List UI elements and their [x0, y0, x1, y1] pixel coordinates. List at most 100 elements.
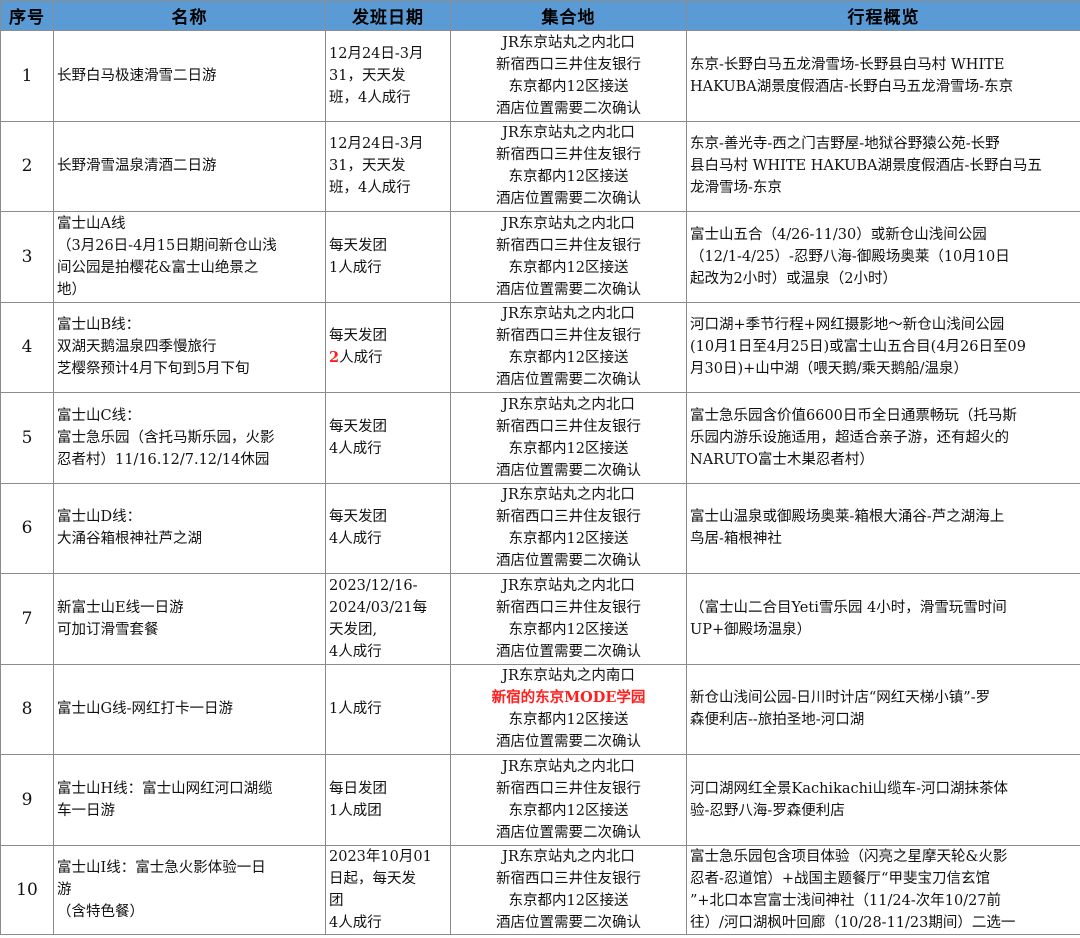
text-line: JR东京站丸之内北口: [502, 396, 635, 413]
text-line: 往）/河口湖枫叶回廊（10/28-11/23期间）二选一: [690, 914, 1016, 931]
text-line: 酒店位置需要二次确认: [496, 100, 641, 117]
text-line: JR东京站丸之内南口: [502, 668, 635, 685]
departure-date: 每天发团 4人成行: [325, 482, 451, 574]
text-line: 东京都内12区接送: [508, 802, 629, 819]
text-line: 东京都内12区接送: [508, 169, 629, 186]
row-number: 7: [0, 573, 54, 665]
text-line: NARUTO富士木巣忍者村）: [690, 451, 874, 468]
text-line: 31，天天发: [329, 67, 406, 84]
text-line: 酒店位置需要二次确认: [496, 824, 641, 841]
table-row: 4 富士山B线： 双湖天鹅温泉四季慢旅行 芝樱祭预计4月下旬到5月下旬 每天发团…: [0, 301, 1080, 393]
row-number: 9: [0, 754, 54, 846]
text-line: 12月24日-3月: [329, 136, 424, 153]
text-line: 新宿西口三井住友银行: [496, 328, 641, 345]
text-line: 富士山D线：: [57, 509, 142, 526]
text-line: 县白马村 WHITE HAKUBA湖景度假酒店-长野白马五: [690, 158, 1042, 175]
text-line: 每天发团: [329, 418, 387, 435]
itinerary-summary: 富士山温泉或御殿场奥莱-箱根大涌谷-芦之湖海上 鸟居-箱根神社: [686, 482, 1080, 574]
itinerary-summary: （富士山二合目Yeti雪乐园 4小时，滑雪玩雪时间 UP+御殿场温泉）: [686, 573, 1080, 665]
text-line: 富士山A线: [57, 215, 126, 232]
itinerary-summary: 东京-长野白马五龙滑雪场-长野县白马村 WHITE HAKUBA湖景度假酒店-长…: [686, 30, 1080, 122]
text-line: 游: [57, 881, 72, 898]
row-number: 2: [0, 120, 54, 212]
text-line: 长野白马极速滑雪二日游: [57, 67, 217, 84]
itinerary-summary: 河口湖+季节行程+网红摄影地～新仓山浅间公园 (10月1日至4月25日)或富士山…: [686, 301, 1080, 393]
departure-date: 每天发团 1人成行: [325, 211, 451, 303]
text-line: 1人成行: [329, 259, 382, 276]
text-line: 1人成团: [329, 802, 382, 819]
text-line: 地）: [57, 281, 86, 298]
text-line: 2023年10月01: [329, 848, 432, 865]
text-line: 起改为2小时）或温泉（2小时）: [690, 270, 897, 287]
tour-name: 富士山I线：富士急火影体验一日 游 （含特色餐）: [53, 844, 326, 935]
text-line: JR东京站丸之内北口: [502, 848, 635, 865]
text-line: 东京都内12区接送: [508, 712, 629, 729]
meeting-place: JR东京站丸之内北口 新宿西口三井住友银行 东京都内12区接送 酒店位置需要二次…: [450, 573, 687, 665]
text-line: 东京都内12区接送: [508, 440, 629, 457]
text-line: 每天发团: [329, 328, 387, 345]
meeting-place: JR东京站丸之内北口 新宿西口三井住友银行 东京都内12区接送 酒店位置需要二次…: [450, 392, 687, 484]
table-row: 5 富士山C线： 富士急乐园（含托马斯乐园，火影 忍者村）11/16.12/7.…: [0, 392, 1080, 484]
row-number: 5: [0, 392, 54, 484]
text-line: 团: [329, 892, 344, 909]
text-line: 2023/12/16-: [329, 577, 418, 594]
text-line: 1人成行: [329, 701, 382, 718]
tour-name: 富士山D线： 大涌谷箱根神社芦之湖: [53, 482, 326, 574]
text-line: 酒店位置需要二次确认: [496, 372, 641, 389]
text-line: 月30日)+山中湖（喂天鹅/乘天鹅船/温泉）: [690, 361, 969, 378]
text-line: 大涌谷箱根神社芦之湖: [57, 531, 202, 548]
text-line: 班，4人成行: [329, 89, 411, 106]
text-line: 新宿西口三井住友银行: [496, 509, 641, 526]
tour-name: 长野滑雪温泉清酒二日游: [53, 120, 326, 212]
row-number: 3: [0, 211, 54, 303]
itinerary-summary: 富士急乐园包含项目体验（闪亮之星摩天轮&火影 忍者-忍道馆）+战国主题餐厅“甲斐…: [686, 844, 1080, 935]
text-line: 每日发团: [329, 780, 387, 797]
header-name: 名称: [53, 0, 326, 31]
text-line: 东京-长野白马五龙滑雪场-长野县白马村 WHITE: [690, 56, 1005, 73]
text-line: 富士山五合（4/26-11/30）或新仓山浅间公园: [690, 226, 987, 243]
text-line: 车一日游: [57, 802, 115, 819]
meeting-place: JR东京站丸之内北口 新宿西口三井住友银行 东京都内12区接送 酒店位置需要二次…: [450, 844, 687, 935]
text-line: 东京都内12区接送: [508, 892, 629, 909]
tour-name: 富士山H线：富士山网红河口湖缆 车一日游: [53, 754, 326, 846]
text-line: 富士急乐园（含托马斯乐园，火影: [57, 429, 275, 446]
text-line: JR东京站丸之内北口: [502, 487, 635, 504]
tour-name: 富士山B线： 双湖天鹅温泉四季慢旅行 芝樱祭预计4月下旬到5月下旬: [53, 301, 326, 393]
text-line: 天发团,: [329, 621, 378, 638]
table-row: 1 长野白马极速滑雪二日游 12月24日-3月 31，天天发 班，4人成行 JR…: [0, 30, 1080, 122]
text-line: （3月26日-4月15日期间新仓山浅: [57, 237, 277, 254]
text-line: 间公园是拍樱花&富士山绝景之: [57, 259, 259, 276]
table-row: 3 富士山A线 （3月26日-4月15日期间新仓山浅 间公园是拍樱花&富士山绝景…: [0, 211, 1080, 303]
text-line: 东京都内12区接送: [508, 259, 629, 276]
meeting-place: JR东京站丸之内北口 新宿西口三井住友银行 东京都内12区接送 酒店位置需要二次…: [450, 754, 687, 846]
text-line: 2人成行: [329, 347, 447, 369]
header-row: 序号 名称 发班日期 集合地 行程概览: [0, 0, 1080, 31]
text-line: 东京都内12区接送: [508, 78, 629, 95]
departure-date: 每天发团 2人成行: [325, 301, 451, 393]
text-line: JR东京站丸之内北口: [502, 758, 635, 775]
text-line: 新富士山E线一日游: [57, 599, 184, 616]
text-line: 东京都内12区接送: [508, 350, 629, 367]
meeting-place: JR东京站丸之内北口 新宿西口三井住友银行 东京都内12区接送 酒店位置需要二次…: [450, 482, 687, 574]
itinerary-summary: 富士急乐园含价值6600日币全日通票畅玩（托马斯 乐园内游乐设施适用，超适合亲子…: [686, 392, 1080, 484]
text-line: 新宿西口三井住友银行: [496, 56, 641, 73]
text-line: 日起，每天发: [329, 870, 416, 887]
row-number: 10: [0, 844, 54, 935]
text-line: 酒店位置需要二次确认: [496, 914, 641, 931]
departure-date: 12月24日-3月 31，天天发 班，4人成行: [325, 120, 451, 212]
tour-name: 长野白马极速滑雪二日游: [53, 30, 326, 122]
text-line: 酒店位置需要二次确认: [496, 191, 641, 208]
tour-name: 富士山C线： 富士急乐园（含托马斯乐园，火影 忍者村）11/16.12/7.12…: [53, 392, 326, 484]
text-line: 忍者村）11/16.12/7.12/14休园: [57, 451, 270, 468]
text-line: 富士山温泉或御殿场奥莱-箱根大涌谷-芦之湖海上: [690, 509, 1005, 526]
meeting-place: JR东京站丸之内北口 新宿西口三井住友银行 东京都内12区接送 酒店位置需要二次…: [450, 120, 687, 212]
meeting-place: JR东京站丸之内南口 新宿的东京MODE学园 东京都内12区接送 酒店位置需要二…: [450, 663, 687, 755]
text-line: 每天发团: [329, 509, 387, 526]
table-row: 9 富士山H线：富士山网红河口湖缆 车一日游 每日发团 1人成团 JR东京站丸之…: [0, 754, 1080, 846]
table-row: 10 富士山I线：富士急火影体验一日 游 （含特色餐） 2023年10月01 日…: [0, 844, 1080, 935]
table-row: 7 新富士山E线一日游 可加订滑雪套餐 2023/12/16- 2024/03/…: [0, 573, 1080, 665]
itinerary-summary: 新仓山浅间公园-日川时计店“网红天梯小镇”-罗 森便利店--旅拍圣地-河口湖: [686, 663, 1080, 755]
tour-table: 序号 名称 发班日期 集合地 行程概览 1 长野白马极速滑雪二日游 12月24日…: [0, 0, 1080, 935]
text-line: JR东京站丸之内北口: [502, 215, 635, 232]
text-line: 龙滑雪场-东京: [690, 180, 782, 197]
